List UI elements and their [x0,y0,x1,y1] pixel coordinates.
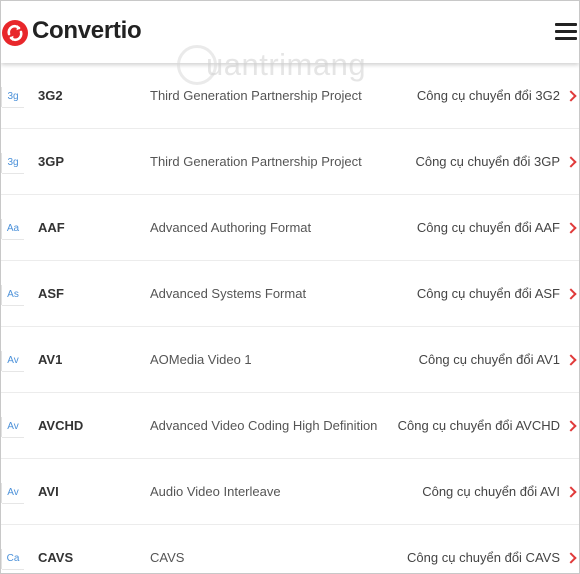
format-name[interactable]: AV1 [38,352,62,367]
format-icon: Av [1,483,24,504]
chevron-right-icon[interactable] [565,486,577,498]
format-name[interactable]: AVCHD [38,418,83,433]
chevron-right-icon[interactable] [565,222,577,234]
converter-link[interactable]: Công cụ chuyển đổi 3GP [415,154,560,169]
site-header: Convertio [1,1,579,63]
format-row[interactable]: 3g 3GP Third Generation Partnership Proj… [1,129,579,195]
format-description: Advanced Authoring Format [150,220,312,235]
format-description: Third Generation Partnership Project [150,88,362,103]
format-row[interactable]: As ASF Advanced Systems Format Công cụ c… [1,261,579,327]
format-description: AOMedia Video 1 [150,352,252,367]
format-icon: Ca [1,549,24,570]
chevron-right-icon[interactable] [565,90,577,102]
convertio-logo-icon[interactable] [1,19,29,47]
converter-link[interactable]: Công cụ chuyển đổi 3G2 [417,88,560,103]
format-row[interactable]: Ca CAVS CAVS Công cụ chuyển đổi CAVS [1,525,579,573]
format-row[interactable]: Av AVCHD Advanced Video Coding High Defi… [1,393,579,459]
converter-link[interactable]: Công cụ chuyển đổi AV1 [419,352,560,367]
converter-link[interactable]: Công cụ chuyển đổi AVI [422,484,560,499]
format-row[interactable]: Aa AAF Advanced Authoring Format Công cụ… [1,195,579,261]
format-description: CAVS [150,550,185,565]
format-name[interactable]: AVI [38,484,59,499]
chevron-right-icon[interactable] [565,354,577,366]
format-row[interactable]: Av AVI Audio Video Interleave Công cụ ch… [1,459,579,525]
converter-link[interactable]: Công cụ chuyển đổi ASF [417,286,560,301]
format-description: Audio Video Interleave [150,484,281,499]
chevron-right-icon[interactable] [565,420,577,432]
format-icon: Av [1,351,24,372]
format-name[interactable]: AAF [38,220,65,235]
watermark-logo-icon [177,45,217,85]
format-icon: 3g [1,87,24,108]
format-list: 3g 3G2 Third Generation Partnership Proj… [1,63,579,573]
chevron-right-icon[interactable] [565,552,577,564]
format-name[interactable]: CAVS [38,550,73,565]
format-name[interactable]: 3GP [38,154,64,169]
hamburger-icon[interactable] [555,23,577,41]
chevron-right-icon[interactable] [565,288,577,300]
format-row[interactable]: 3g 3G2 Third Generation Partnership Proj… [1,63,579,129]
page-frame: Convertio uantrimang 3g 3G2 Third Genera… [0,0,580,574]
converter-link[interactable]: Công cụ chuyển đổi CAVS [407,550,560,565]
format-icon: Av [1,417,24,438]
format-row[interactable]: Av AV1 AOMedia Video 1 Công cụ chuyển đổ… [1,327,579,393]
chevron-right-icon[interactable] [565,156,577,168]
converter-link[interactable]: Công cụ chuyển đổi AVCHD [398,418,560,433]
format-name[interactable]: 3G2 [38,88,63,103]
format-name[interactable]: ASF [38,286,64,301]
format-icon: 3g [1,153,24,174]
format-description: Third Generation Partnership Project [150,154,362,169]
format-description: Advanced Systems Format [150,286,307,301]
logo-text[interactable]: Convertio [32,17,142,45]
format-icon: Aa [1,219,24,240]
format-icon: As [1,285,24,306]
format-description: Advanced Video Coding High Definition [150,418,378,433]
converter-link[interactable]: Công cụ chuyển đổi AAF [417,220,560,235]
